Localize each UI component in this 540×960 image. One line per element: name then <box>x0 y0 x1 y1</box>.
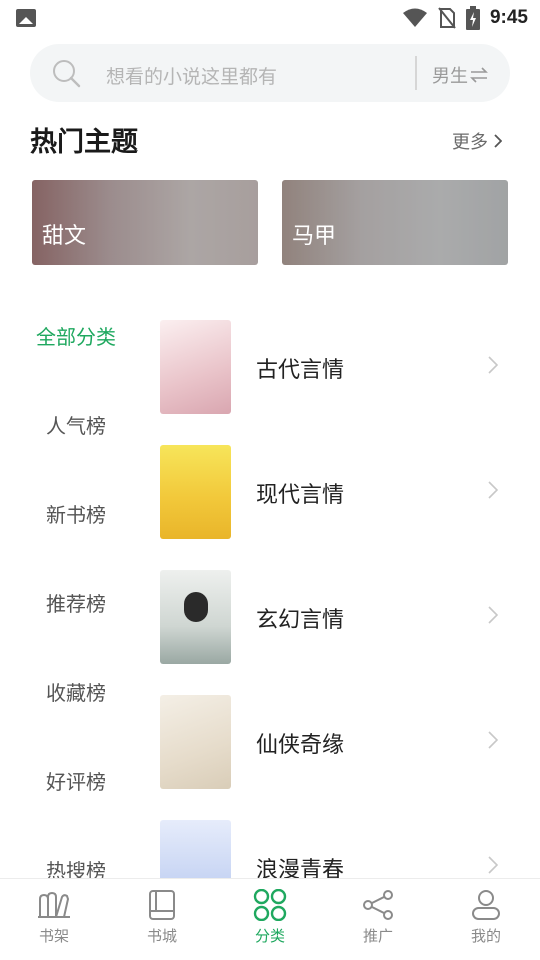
category-row[interactable]: 现代言情 <box>160 445 510 539</box>
status-bar: 9:45 <box>0 0 540 36</box>
section-title-hot-topics: 热门主题 <box>30 127 138 158</box>
wifi-icon <box>402 8 427 27</box>
nav-categories[interactable]: 分类 <box>216 889 324 946</box>
status-time: 9:45 <box>489 7 528 28</box>
category-row[interactable]: 古代言情 <box>160 320 510 414</box>
user-icon <box>472 890 500 920</box>
category-name: 玄幻言情 <box>256 608 345 633</box>
side-nav-recommended[interactable]: 推荐榜 <box>0 588 152 617</box>
swap-icon <box>470 67 488 83</box>
gender-label: 男生 <box>432 66 468 87</box>
book-cover <box>160 695 231 789</box>
category-name: 古代言情 <box>256 358 345 383</box>
search-bar[interactable]: 想看的小说这里都有 男生 <box>30 44 510 102</box>
search-input[interactable]: 想看的小说这里都有 <box>106 62 277 89</box>
side-nav-popular[interactable]: 人气榜 <box>0 410 152 439</box>
banner-label: 马甲 <box>292 224 337 249</box>
nav-label: 书城 <box>146 927 177 945</box>
chevron-right-icon <box>488 731 498 749</box>
category-row[interactable]: 仙侠奇缘 <box>160 695 510 789</box>
side-nav-new[interactable]: 新书榜 <box>0 499 152 528</box>
more-label: 更多 <box>452 132 488 153</box>
nav-label: 我的 <box>470 927 501 945</box>
book-cover <box>160 320 231 414</box>
side-nav-favorites[interactable]: 收藏榜 <box>0 677 152 706</box>
no-sim-icon <box>438 7 456 29</box>
book-cover <box>160 445 231 539</box>
chevron-right-icon <box>488 356 498 374</box>
side-nav-all-categories[interactable]: 全部分类 <box>0 321 152 350</box>
nav-bookstore[interactable]: 书城 <box>108 889 216 946</box>
battery-charging-icon <box>465 6 480 30</box>
book-icon <box>149 890 175 920</box>
book-cover <box>160 570 231 664</box>
chevron-right-icon <box>488 606 498 624</box>
categories-grid-icon <box>253 889 287 921</box>
chevron-right-icon <box>488 856 498 874</box>
category-name: 仙侠奇缘 <box>256 733 345 758</box>
nav-label: 推广 <box>362 927 393 945</box>
category-name: 现代言情 <box>256 483 345 508</box>
nav-label: 书架 <box>38 927 69 945</box>
more-link[interactable]: 更多 <box>452 128 502 154</box>
side-nav-top-rated[interactable]: 好评榜 <box>0 766 152 795</box>
nav-label: 分类 <box>254 927 285 945</box>
chevron-right-icon <box>494 134 502 148</box>
banner-label: 甜文 <box>42 224 87 249</box>
image-icon <box>16 9 36 27</box>
topic-banner-disguise[interactable]: 马甲 <box>282 180 508 265</box>
bottom-nav: 书架 书城 分类 推广 我的 <box>0 878 540 960</box>
gender-toggle[interactable]: 男生 <box>432 62 488 88</box>
search-icon <box>53 60 81 88</box>
bookshelf-icon <box>38 891 70 918</box>
search-divider <box>415 56 417 90</box>
share-icon <box>363 890 393 920</box>
chevron-right-icon <box>488 481 498 499</box>
nav-promotion[interactable]: 推广 <box>324 889 432 946</box>
nav-bookshelf[interactable]: 书架 <box>0 889 108 946</box>
nav-profile[interactable]: 我的 <box>432 889 540 946</box>
category-row[interactable]: 玄幻言情 <box>160 570 510 664</box>
topic-banner-sweet[interactable]: 甜文 <box>32 180 258 265</box>
